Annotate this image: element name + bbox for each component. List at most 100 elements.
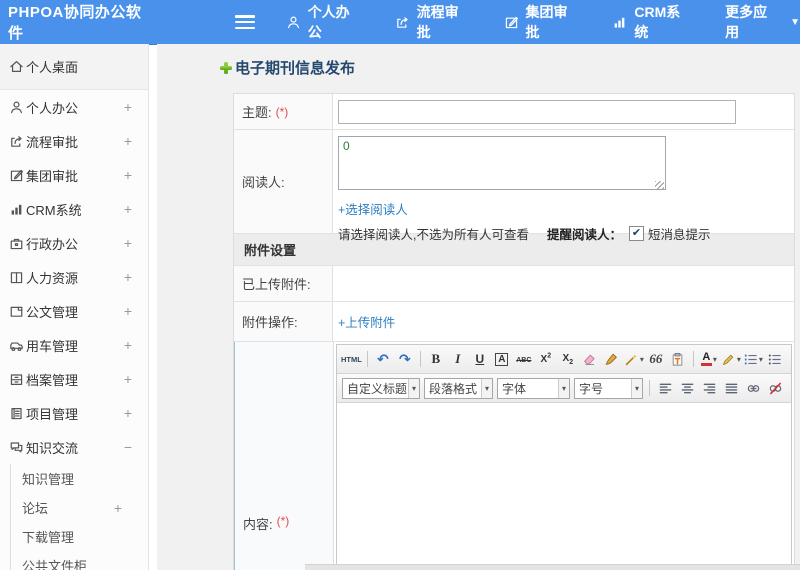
home-icon [9,59,24,74]
add-plus-icon [220,61,232,74]
archive-icon [9,372,24,387]
font-box-button[interactable]: A [492,349,512,370]
caret-down-icon: ▾ [557,378,569,398]
subject-label: 主题: (*) [234,94,333,129]
ordered-list-button[interactable]: ▾ [743,349,763,370]
expand-toggle-icon[interactable]: + [124,201,132,217]
align-justify-button[interactable] [721,378,741,399]
italic-button[interactable]: I [448,349,468,370]
paste-table-button[interactable] [668,349,688,370]
sidebar-item-group-approval[interactable]: 集团审批 + [0,158,148,192]
nav-item-crm-system[interactable]: CRM系统 [612,2,694,42]
editor-canvas[interactable] [337,403,791,566]
expand-toggle-icon[interactable]: + [124,405,132,421]
eraser-icon [582,352,597,367]
expand-toggle-icon[interactable]: + [124,303,132,319]
expand-toggle-icon[interactable]: + [124,337,132,353]
caret-down-icon: ▾ [407,378,419,398]
car-icon [9,338,24,353]
unlink-button[interactable] [765,378,785,399]
nav-item-personal-office[interactable]: 个人办公 [286,2,364,42]
sidebar-item-human-resources[interactable]: 人力资源 + [0,260,148,294]
editor-toolbar-row2: 自定义标题 ▾ 段落格式 ▾ 字体 ▾ 字号 ▾ [337,374,791,403]
subscript-button[interactable]: X2 [558,349,578,370]
caret-down-icon: ▾ [758,354,763,364]
underline-button[interactable]: U [470,349,490,370]
upload-attachment-link[interactable]: +上传附件 [338,312,395,331]
font-color-icon: A [700,352,712,366]
heading-style-select[interactable]: 自定义标题 ▾ [342,377,420,399]
resize-grip[interactable] [655,181,664,190]
strikethrough-icon: ABC [516,357,532,364]
toolbar-separator [692,351,694,367]
hamburger-menu-icon[interactable] [234,15,255,29]
sidebar-subitem-download-management[interactable]: 下载管理 [11,522,148,551]
sms-remind-checkbox[interactable]: ✔ [629,226,644,241]
sidebar-item-workflow-approval[interactable]: 流程审批 + [0,124,148,158]
font-color-button[interactable]: A ▾ [699,349,719,370]
sidebar-item-crm-system[interactable]: CRM系统 + [0,192,148,226]
sidebar-item-vehicle-management[interactable]: 用车管理 + [0,328,148,362]
unordered-list-button[interactable] [765,349,785,370]
bold-button[interactable]: B [426,349,446,370]
expand-toggle-icon[interactable]: + [124,99,132,115]
format-brush-button[interactable] [602,349,622,370]
expand-toggle-icon[interactable]: + [124,133,132,149]
undo-icon: ↶ [376,350,389,367]
expand-toggle-icon[interactable]: + [124,269,132,285]
expand-toggle-icon[interactable]: + [124,371,132,387]
font-size-select[interactable]: 字号 ▾ [574,377,643,399]
sidebar-submenu: 知识管理 论坛 + 下载管理 公共文件柜 [10,464,148,570]
link-button[interactable] [743,378,763,399]
sidebar-item-personal-desktop[interactable]: 个人桌面 [0,44,148,90]
choose-readers-link[interactable]: +选择阅读人 [338,199,408,218]
expand-toggle-icon[interactable]: + [124,167,132,183]
attachment-actions-row: 附件操作: +上传附件 [234,302,794,342]
uploaded-attachments-label: 已上传附件: [234,266,333,301]
paragraph-format-select[interactable]: 段落格式 ▾ [424,377,493,399]
unordered-list-icon [767,352,782,367]
horizontal-scrollbar[interactable] [305,564,800,570]
nav-item-group-approval[interactable]: 集团审批 [504,2,582,42]
edit-icon [9,168,24,183]
strikethrough-button[interactable]: ABC [514,349,534,370]
align-right-button[interactable] [699,378,719,399]
sidebar-subitem-knowledge-management[interactable]: 知识管理 [11,464,148,493]
collapse-toggle-icon[interactable]: − [124,439,132,455]
html-source-button[interactable]: HTML [341,349,362,370]
sidebar-subitem-public-file-cabinet[interactable]: 公共文件柜 [11,551,148,570]
subject-input[interactable] [338,100,736,124]
sidebar-item-admin-office[interactable]: 行政办公 + [0,226,148,260]
align-left-button[interactable] [655,378,675,399]
nav-item-more-apps[interactable]: 更多应用 ▼ [725,2,800,42]
underline-icon: U [475,352,485,366]
sidebar-item-knowledge-exchange[interactable]: 知识交流 − [0,430,148,464]
sidebar-item-project-management[interactable]: 项目管理 + [0,396,148,430]
font-family-select[interactable]: 字体 ▾ [497,377,570,399]
redo-button[interactable]: ↷ [395,349,415,370]
ordered-list-icon [743,352,758,367]
expand-toggle-icon[interactable]: + [114,500,122,516]
unlink-icon [768,381,783,396]
nav-item-workflow-approval[interactable]: 流程审批 [395,2,473,42]
required-mark: (*) [276,514,290,528]
italic-icon: I [455,351,461,366]
autoformat-icon [624,352,639,367]
align-center-button[interactable] [677,378,697,399]
readers-textarea[interactable] [338,136,666,190]
superscript-button[interactable]: X2 [536,349,556,370]
undo-button[interactable]: ↶ [373,349,393,370]
edit-icon [504,15,519,30]
sidebar-subitem-forum[interactable]: 论坛 + [11,493,148,522]
editor-toolbar-row1: HTML ↶ ↷ B I U A ABC X2 X2 ▾ 66 A ▾ ▾ ▾ [337,345,791,374]
autoformat-button[interactable]: ▾ [624,349,644,370]
bold-icon: B [431,351,441,366]
highlight-button[interactable]: ▾ [721,349,741,370]
image-button[interactable] [787,378,791,399]
sidebar-item-personal-office[interactable]: 个人办公 + [0,90,148,124]
eraser-button[interactable] [580,349,600,370]
sidebar-item-archive-management[interactable]: 档案管理 + [0,362,148,396]
blockquote-button[interactable]: 66 [646,349,666,370]
expand-toggle-icon[interactable]: + [124,235,132,251]
sidebar-item-document-management[interactable]: 公文管理 + [0,294,148,328]
